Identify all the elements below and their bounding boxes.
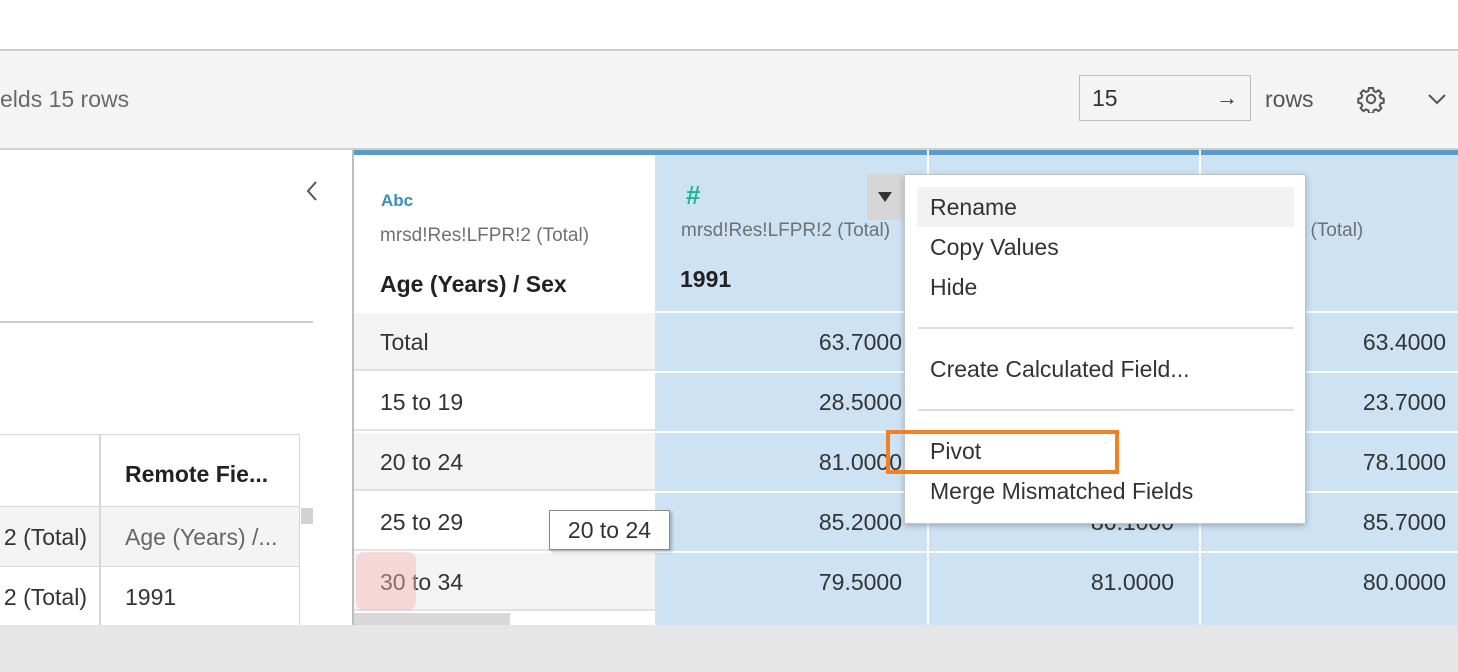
column-header-age-sex[interactable]: Abc mrsd!Res!LFPR!2 (Total) Age (Years) …: [354, 155, 655, 315]
rows-label: rows: [1265, 86, 1314, 112]
string-type-icon[interactable]: Abc: [381, 191, 413, 211]
table-cell[interactable]: 85.2000: [655, 493, 902, 551]
menu-item-create-calculated-field[interactable]: Create Calculated Field...: [917, 349, 1294, 389]
selection-stripe: [354, 150, 1458, 155]
column-name[interactable]: Age (Years) / Sex: [380, 271, 567, 298]
table-row-label[interactable]: 20 to 24: [354, 433, 655, 491]
column-origin: mrsd!Res!LFPR!2 (Total): [380, 225, 590, 246]
column-menu-caret-icon[interactable]: [867, 174, 903, 220]
fields-rows-summary: elds 15 rows: [0, 86, 130, 112]
menu-item-hide[interactable]: Hide: [917, 267, 1294, 307]
menu-item-copy-values[interactable]: Copy Values: [917, 227, 1294, 267]
table-row-label[interactable]: 15 to 19: [354, 373, 655, 431]
table-row-label[interactable]: Total: [354, 313, 655, 371]
arrow-right-icon[interactable]: →: [1214, 84, 1240, 112]
search-icon[interactable]: [356, 552, 416, 610]
bottom-bar: [0, 625, 1458, 672]
chevron-down-icon[interactable]: [1424, 86, 1450, 112]
table-cell[interactable]: 80.0000: [1201, 553, 1446, 611]
menu-separator: [918, 327, 1294, 329]
left-panel-scrollbar[interactable]: [301, 508, 313, 524]
left-panel-grid: Remote Fie... 2 (Total) Age (Years) /...…: [0, 434, 300, 634]
chevron-left-icon[interactable]: [300, 176, 324, 206]
rows-count-field[interactable]: →: [1079, 75, 1251, 121]
number-type-icon[interactable]: #: [686, 180, 700, 211]
table-cell: 1991: [100, 567, 300, 627]
table-cell[interactable]: 79.5000: [655, 553, 902, 611]
horizontal-scrollbar[interactable]: [354, 613, 510, 625]
table-cell: 2 (Total): [0, 567, 100, 627]
menu-separator: [918, 409, 1294, 411]
menu-item-merge-mismatched-fields[interactable]: Merge Mismatched Fields: [917, 471, 1294, 511]
table-cell[interactable]: 28.5000: [655, 373, 902, 431]
table-cell: 2 (Total): [0, 507, 100, 567]
rows-count-input[interactable]: [1092, 84, 1202, 112]
pivot-highlight-box: [886, 430, 1119, 474]
table-cell: Age (Years) /...: [100, 507, 300, 567]
left-grid-header-remote-field[interactable]: Remote Fie...: [100, 434, 300, 507]
left-panel-divider: [0, 321, 313, 323]
table-cell[interactable]: 81.0000: [655, 433, 902, 491]
column-origin: mrsd!Res!LFPR!2 (Total): [681, 220, 891, 241]
top-bar: [0, 0, 1458, 51]
table-cell[interactable]: 63.7000: [655, 313, 902, 371]
gear-icon[interactable]: [1357, 85, 1385, 115]
column-name[interactable]: 1991: [680, 266, 731, 293]
table-cell[interactable]: 81.0000: [929, 553, 1174, 611]
menu-item-rename[interactable]: Rename: [917, 187, 1294, 227]
left-grid-header-cell: [0, 434, 100, 507]
cell-tooltip: 20 to 24: [549, 510, 670, 550]
